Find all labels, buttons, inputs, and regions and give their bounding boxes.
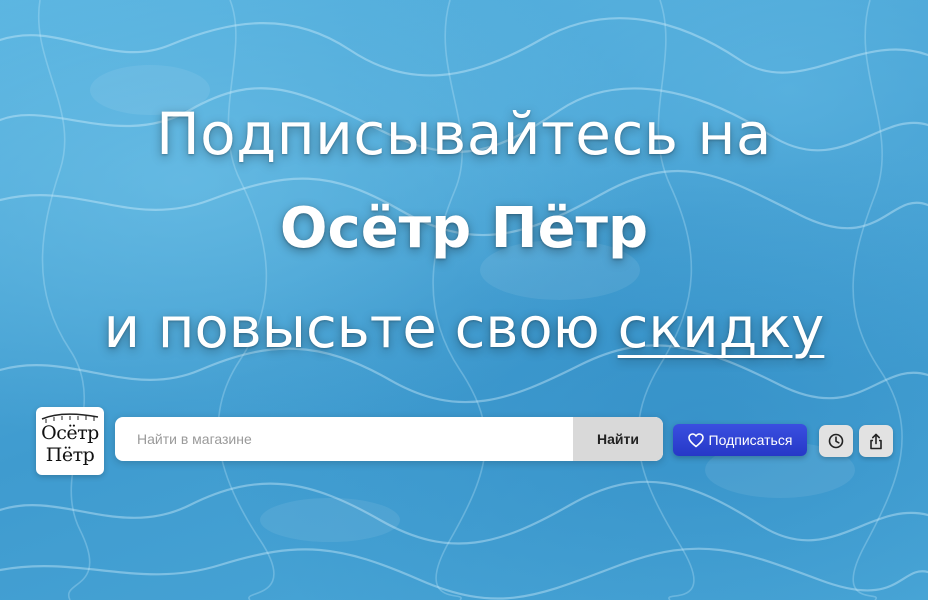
banner-line-3-prefix: и повысьте свою bbox=[103, 296, 618, 361]
share-button[interactable] bbox=[859, 425, 893, 457]
history-button[interactable] bbox=[819, 425, 853, 457]
share-icon bbox=[870, 433, 882, 449]
logo-line-2: Пётр bbox=[45, 444, 95, 466]
logo-line-1: Осётр bbox=[41, 422, 99, 444]
store-logo[interactable]: Осётр Пётр bbox=[36, 407, 104, 475]
banner-discount-word: скидку bbox=[617, 296, 825, 361]
subscribe-label: Подписаться bbox=[708, 432, 793, 448]
store-search: Найти bbox=[115, 417, 663, 461]
search-input[interactable] bbox=[115, 417, 573, 461]
banner-line-3: и повысьте свою скидку bbox=[0, 296, 928, 361]
banner-store-name: Осётр Пётр bbox=[279, 196, 649, 261]
store-toolbar: Осётр Пётр Найти Подписаться bbox=[0, 404, 928, 476]
heart-icon bbox=[687, 432, 704, 447]
subscribe-button[interactable]: Подписаться bbox=[673, 424, 807, 456]
clock-icon bbox=[828, 433, 844, 449]
search-button[interactable]: Найти bbox=[573, 417, 663, 461]
banner-line-1: Подписывайтесь на bbox=[156, 100, 772, 168]
